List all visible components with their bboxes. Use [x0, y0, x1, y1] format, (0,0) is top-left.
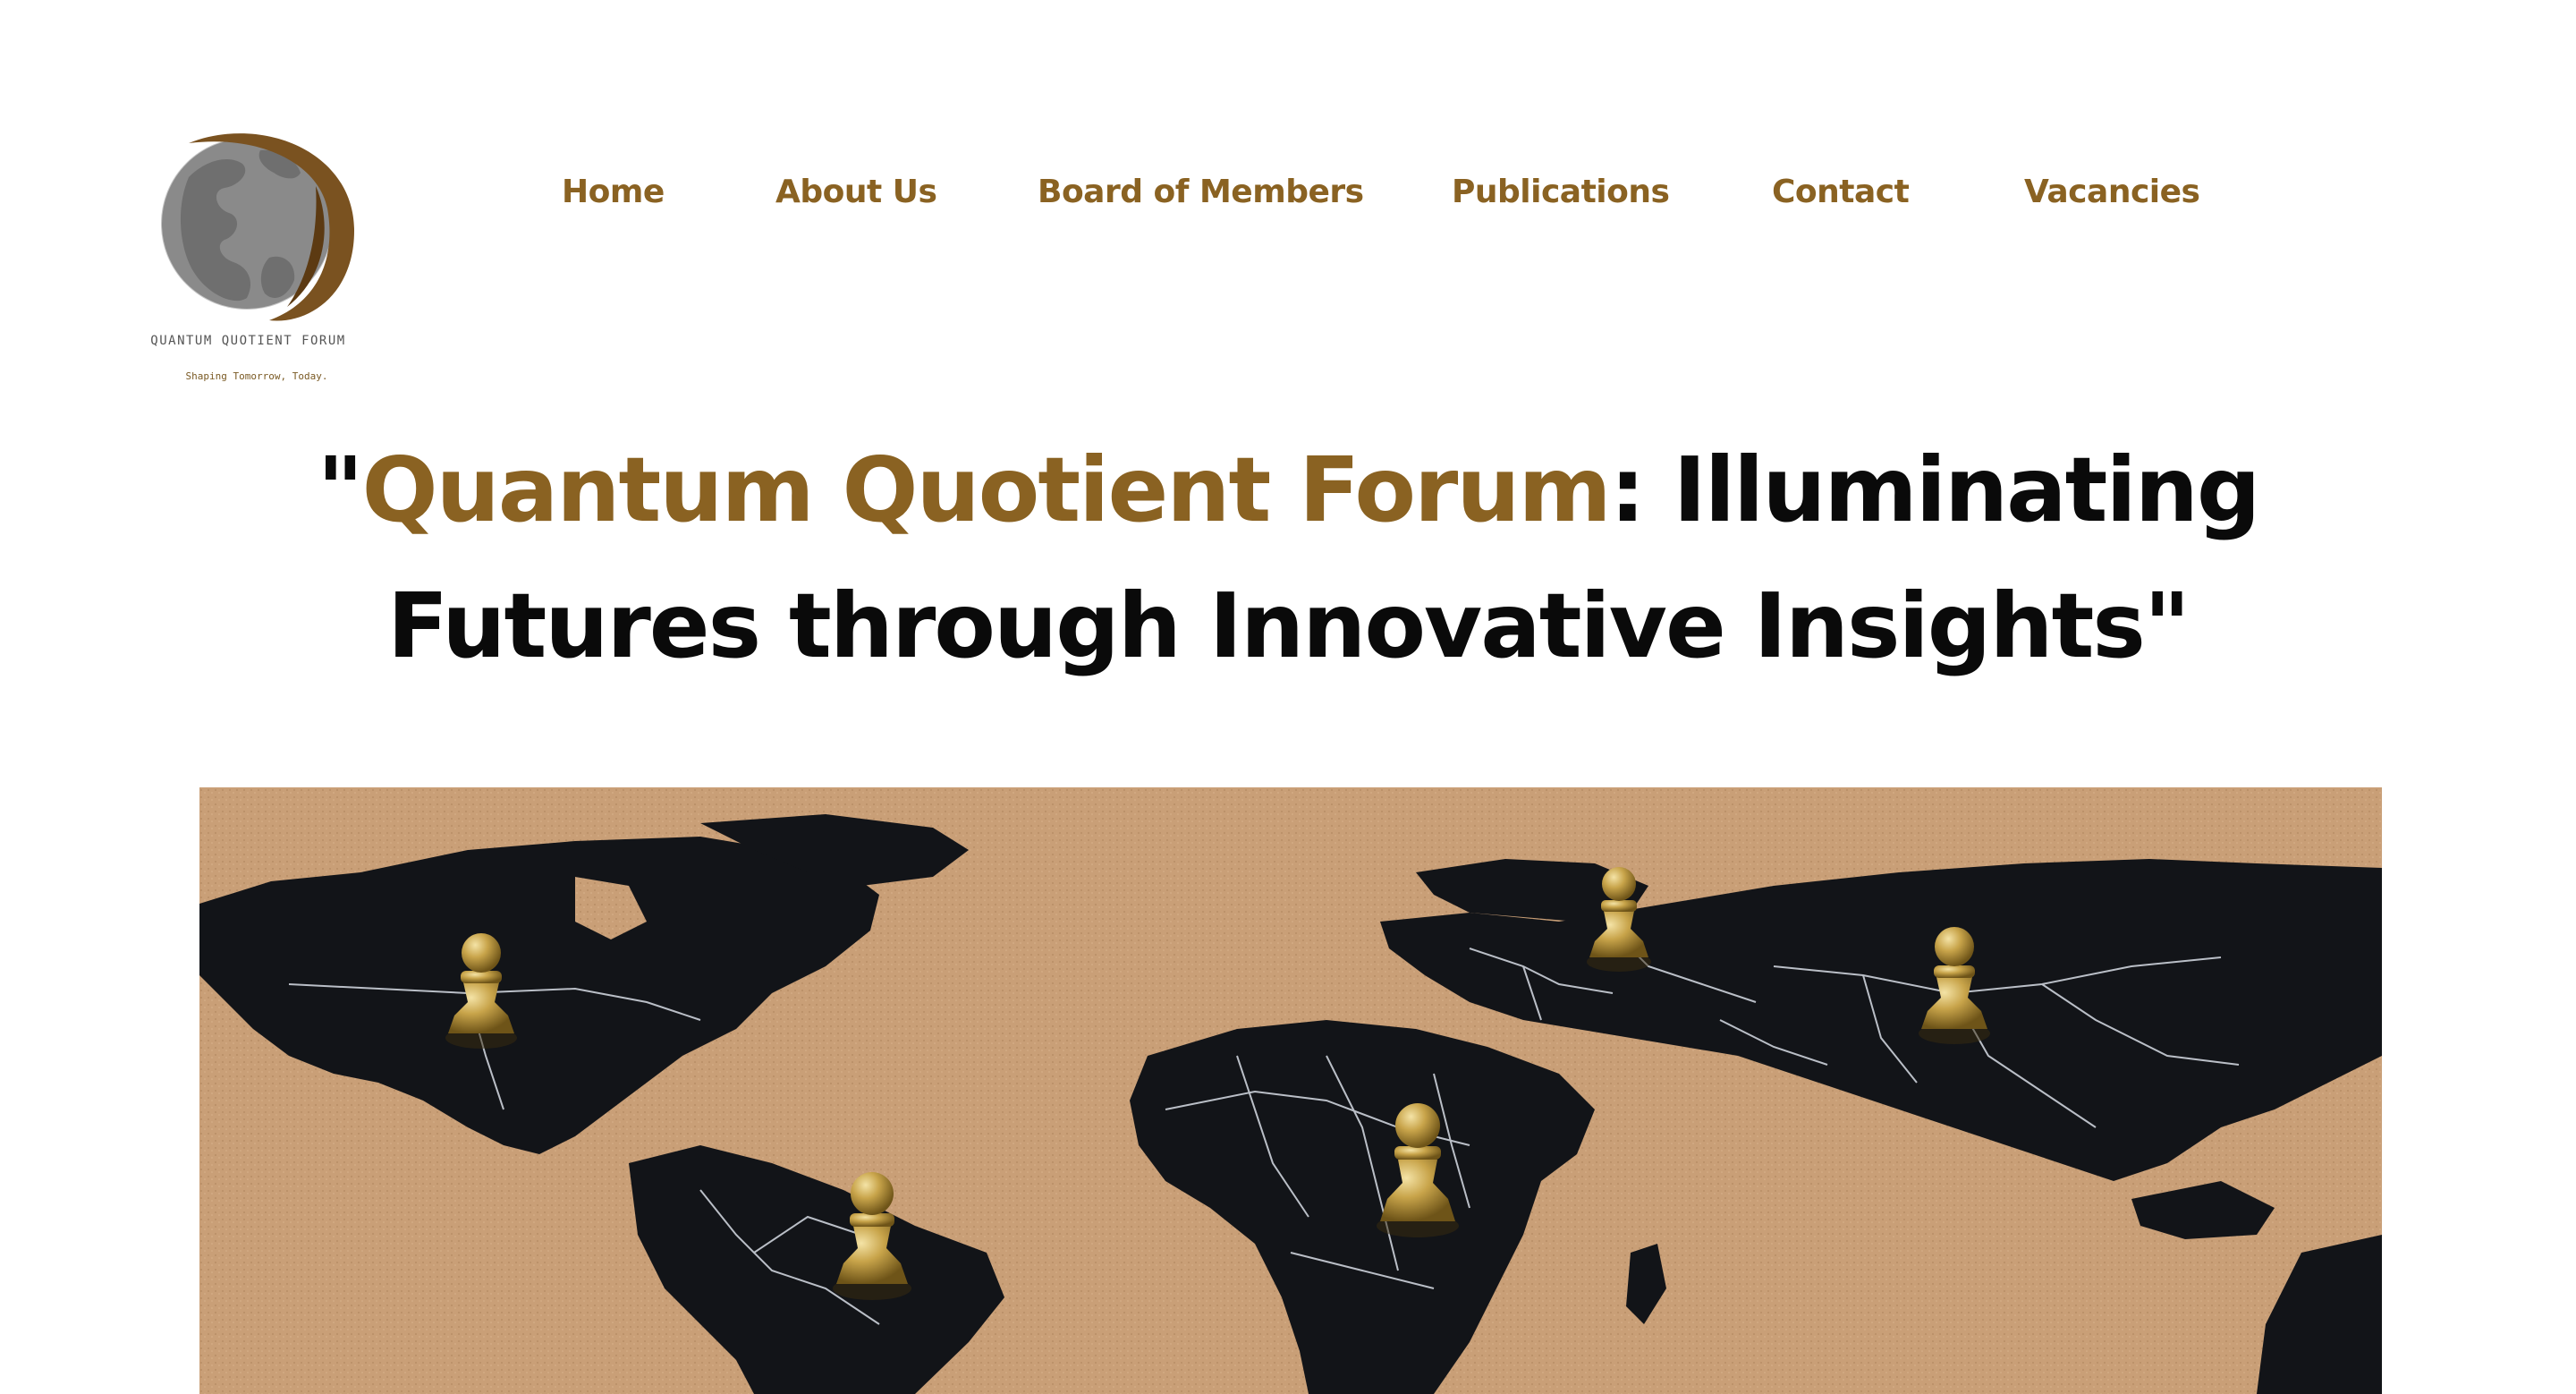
brand-name: QUANTUM QUOTIENT FORUM [150, 334, 346, 348]
nav-vacancies[interactable]: Vacancies [2024, 170, 2200, 215]
site-logo[interactable]: QUANTUM QUOTIENT FORUM Shaping Tomorrow,… [139, 116, 416, 385]
hero-image [199, 787, 2382, 1394]
brand-tagline: Shaping Tomorrow, Today. [185, 370, 328, 382]
nav-about-us[interactable]: About Us [775, 170, 937, 215]
nav-home[interactable]: Home [562, 170, 665, 215]
hero-title-open-quote: " [317, 438, 363, 542]
nav-board-of-members[interactable]: Board of Members [1038, 170, 1364, 215]
hero-title-accent: Quantum Quotient Forum [361, 438, 1612, 542]
site-header: QUANTUM QUOTIENT FORUM Shaping Tomorrow,… [0, 0, 2576, 394]
hero-title: "Quantum Quotient Forum: Illuminating Fu… [125, 422, 2451, 694]
main-nav: Home About Us Board of Members Publicati… [0, 170, 2576, 224]
nav-contact[interactable]: Contact [1772, 170, 1910, 215]
world-map-illustration [199, 787, 2382, 1394]
nav-publications[interactable]: Publications [1452, 170, 1670, 215]
globe-leaf-icon [160, 133, 354, 321]
